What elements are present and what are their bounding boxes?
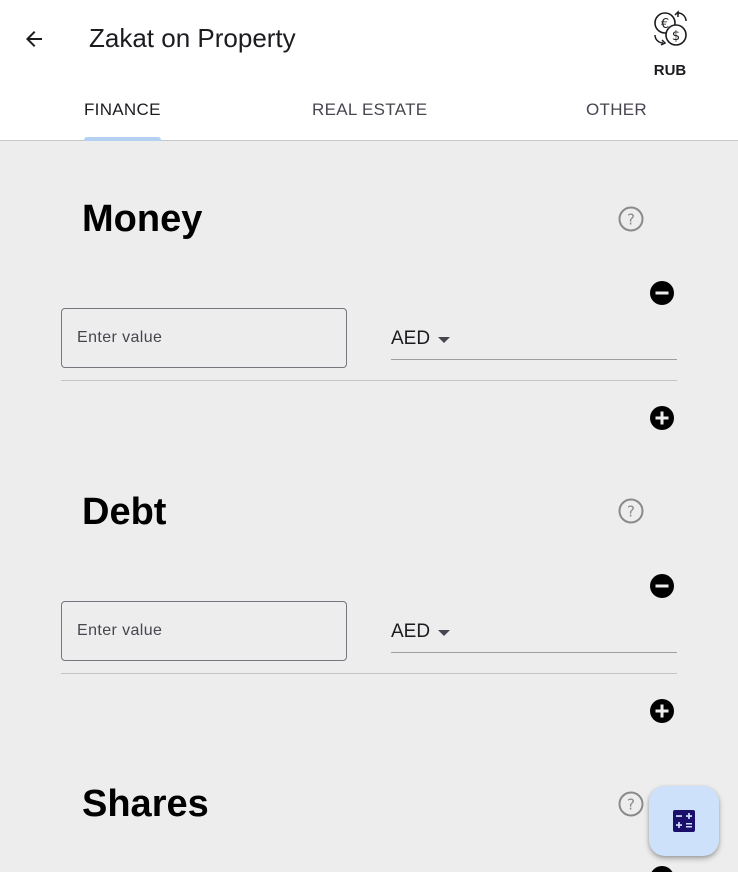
dropdown-arrow-icon xyxy=(438,337,450,343)
svg-text:$: $ xyxy=(672,29,680,44)
calculate-fab[interactable] xyxy=(649,786,719,856)
back-button[interactable] xyxy=(14,19,54,59)
help-icon[interactable]: ? xyxy=(617,497,645,525)
app-bar: Zakat on Property € $ RUB FINANCE REAL E… xyxy=(0,0,738,141)
debt-value-input[interactable] xyxy=(62,602,346,660)
add-debt-row-button[interactable] xyxy=(649,698,675,724)
calculator-icon xyxy=(673,810,695,832)
currency-code-label: RUB xyxy=(653,62,687,79)
section-title-shares: Shares xyxy=(82,783,209,825)
tab-finance[interactable]: FINANCE xyxy=(84,98,161,122)
svg-text:?: ? xyxy=(627,796,635,814)
divider xyxy=(61,673,677,674)
debt-currency-value: AED xyxy=(391,621,431,642)
dropdown-arrow-icon xyxy=(438,630,450,636)
divider xyxy=(61,380,677,381)
money-value-field[interactable] xyxy=(61,308,347,368)
remove-debt-row-button[interactable] xyxy=(649,573,675,599)
money-currency-select[interactable]: AED xyxy=(391,320,677,360)
svg-text:?: ? xyxy=(627,503,635,521)
remove-shares-row-button[interactable] xyxy=(649,865,675,872)
section-title-money: Money xyxy=(82,198,203,240)
help-icon[interactable]: ? xyxy=(617,790,645,818)
help-icon[interactable]: ? xyxy=(617,205,645,233)
currency-selector-button[interactable]: € $ RUB xyxy=(640,6,700,84)
money-currency-value: AED xyxy=(391,328,431,349)
currency-exchange-icon: € $ xyxy=(654,10,687,46)
tab-other[interactable]: OTHER xyxy=(586,98,647,122)
page-title: Zakat on Property xyxy=(89,23,296,53)
tab-real-estate[interactable]: REAL ESTATE xyxy=(312,98,427,122)
section-title-debt: Debt xyxy=(82,491,167,533)
money-value-input[interactable] xyxy=(62,309,346,367)
debt-currency-select[interactable]: AED xyxy=(391,613,677,653)
debt-value-field[interactable] xyxy=(61,601,347,661)
svg-text:?: ? xyxy=(627,211,635,229)
finance-content[interactable]: Money ? AED Debt ? AED Sha xyxy=(0,141,738,872)
arrow-back-icon xyxy=(26,31,42,47)
remove-money-row-button[interactable] xyxy=(649,280,675,306)
add-money-row-button[interactable] xyxy=(649,405,675,431)
